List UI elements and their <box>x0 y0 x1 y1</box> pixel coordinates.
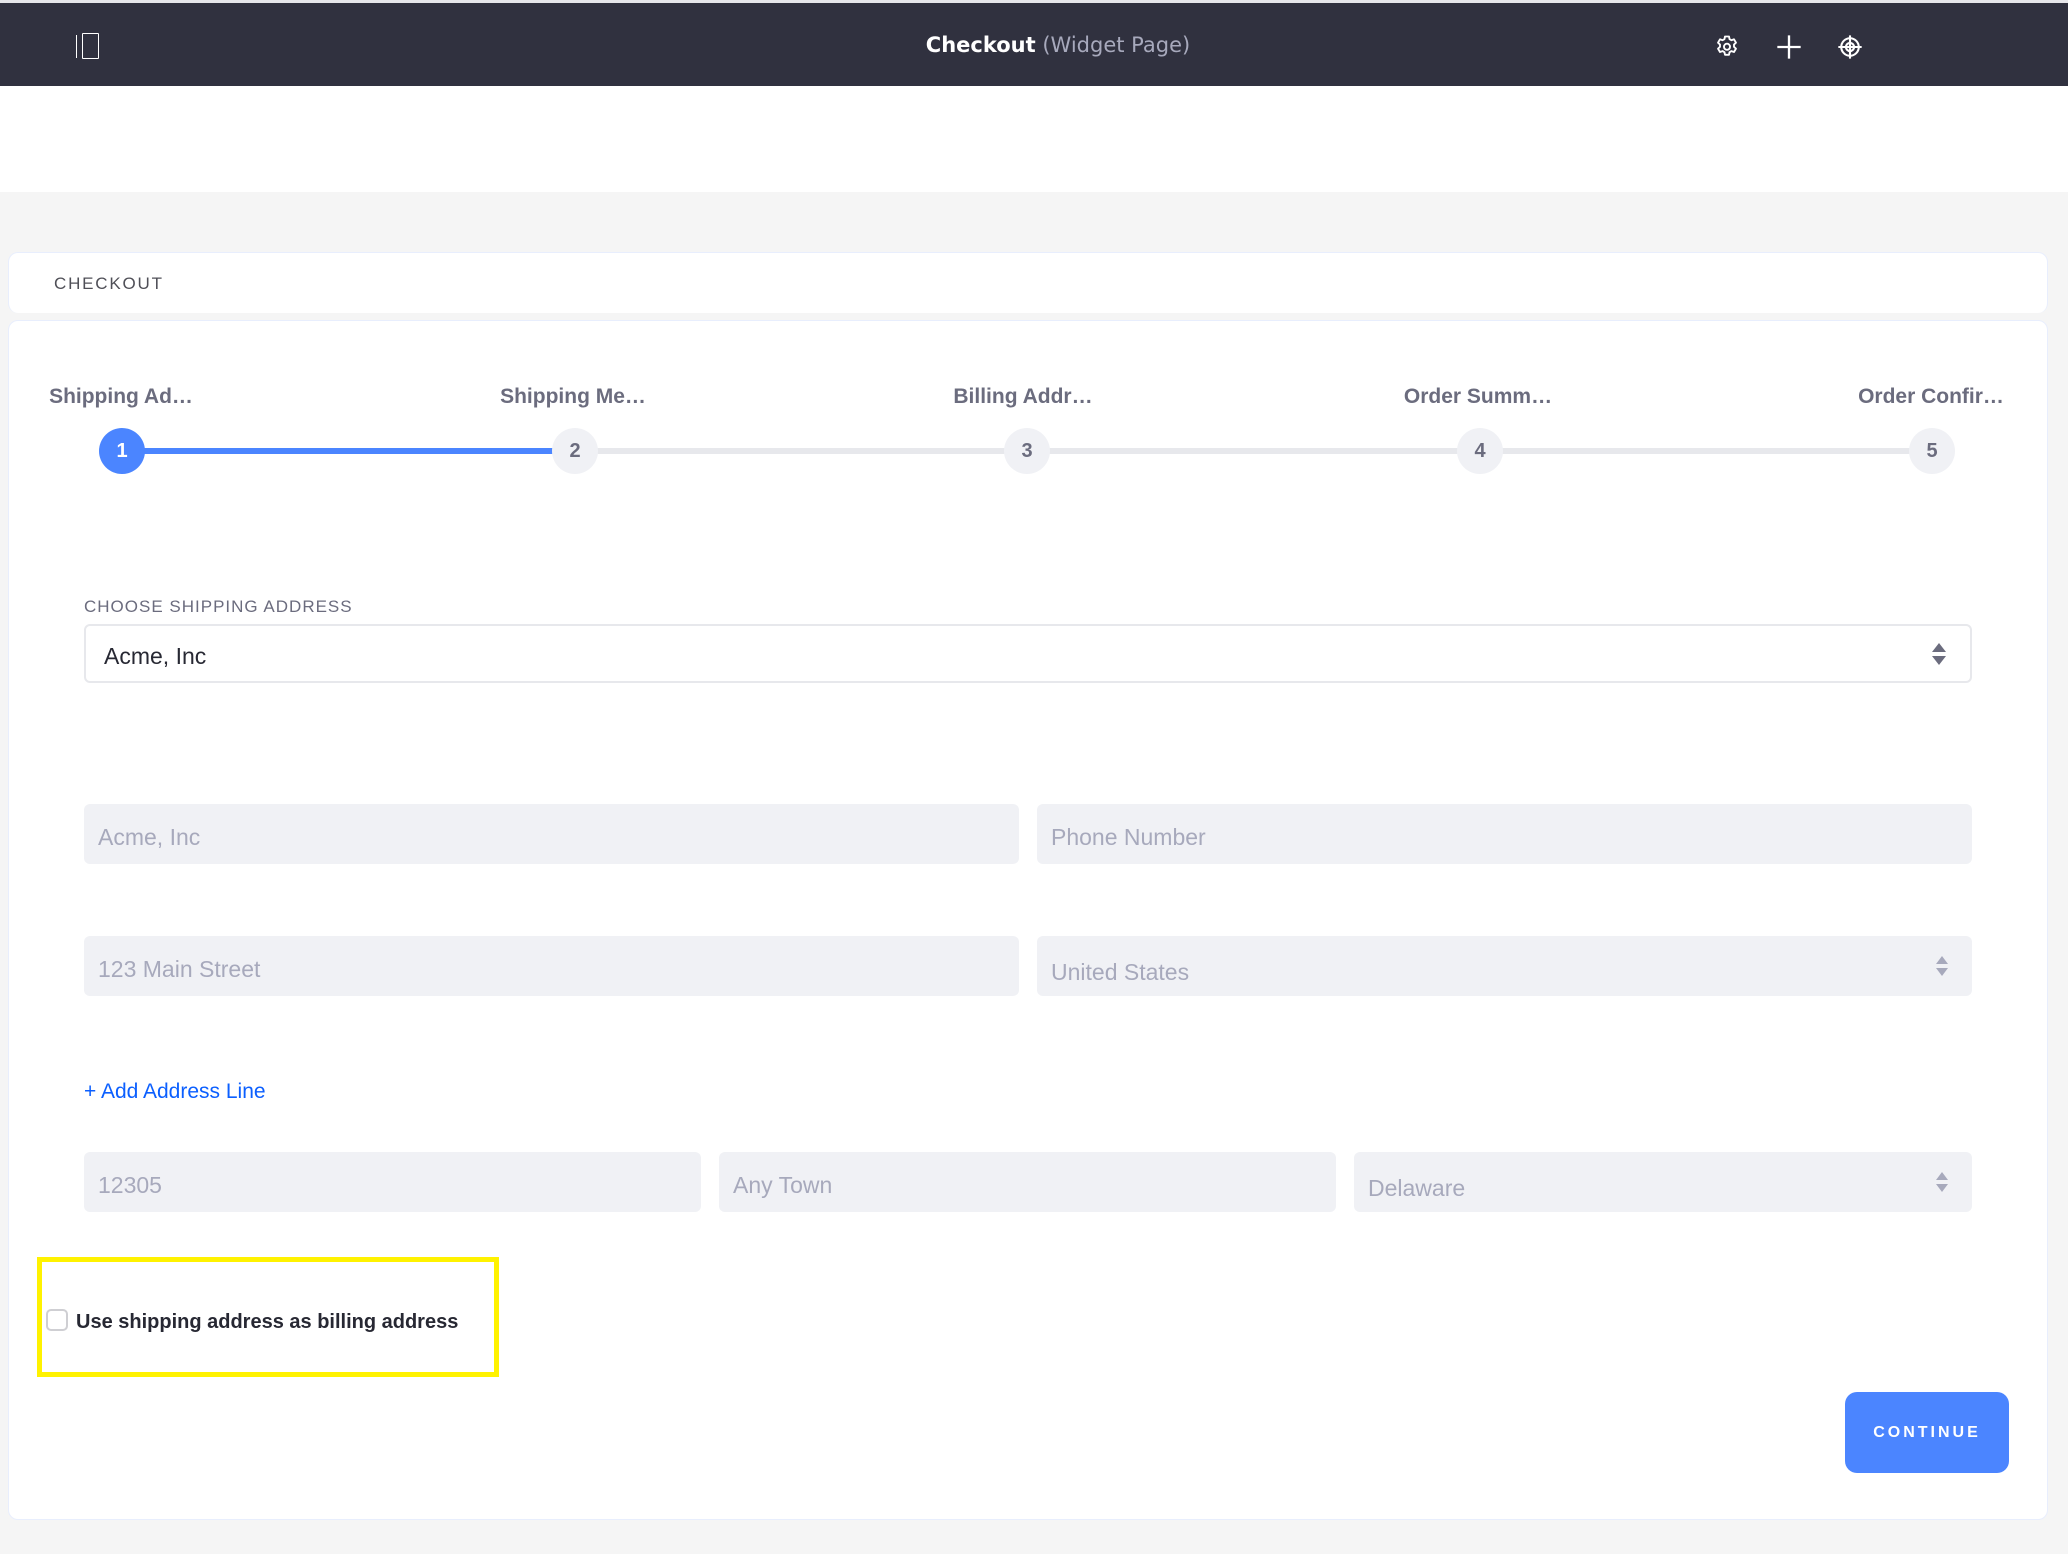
step-label-shipping-method: Shipping Me… <box>500 385 646 408</box>
country-select[interactable]: United States <box>1037 936 1972 996</box>
address-input[interactable]: 123 Main Street <box>84 936 1019 996</box>
use-as-billing-label[interactable]: Use shipping address as billing address <box>76 1311 458 1334</box>
plus-icon[interactable] <box>1775 33 1803 61</box>
city-input-value: Any Town <box>733 1172 833 1198</box>
page-title-subtitle: (Widget Page) <box>1042 33 1191 57</box>
region-select-value: Delaware <box>1368 1175 1466 1201</box>
choose-shipping-address-label: CHOOSE SHIPPING ADDRESS <box>84 597 353 616</box>
use-as-billing-checkbox[interactable] <box>46 1309 68 1331</box>
name-input-value: Acme, Inc <box>98 824 201 850</box>
step-1[interactable]: 1 <box>99 428 145 474</box>
step-5[interactable]: 5 <box>1909 428 1955 474</box>
zip-input[interactable]: 12305 <box>84 1152 701 1212</box>
step-connector-3 <box>1027 448 1480 454</box>
step-4[interactable]: 4 <box>1457 428 1503 474</box>
phone-number-placeholder: Phone Number <box>1051 824 1206 850</box>
page-header-area <box>0 86 2068 192</box>
region-caret-icon <box>1936 1172 1948 1192</box>
phone-number-input[interactable]: Phone Number <box>1037 804 1972 864</box>
checkout-heading: CHECKOUT <box>54 274 164 293</box>
step-label-order-confirmation: Order Confir… <box>1858 385 2004 408</box>
step-label-billing-address: Billing Addr… <box>953 385 1093 408</box>
name-input[interactable]: Acme, Inc <box>84 804 1019 864</box>
gear-icon[interactable] <box>1713 33 1741 61</box>
country-select-value: United States <box>1051 959 1190 985</box>
step-connector-1 <box>122 448 575 454</box>
checkout-header-card: CHECKOUT <box>8 252 2048 313</box>
step-3[interactable]: 3 <box>1004 428 1050 474</box>
choose-shipping-address-select[interactable]: Acme, Inc <box>84 624 1972 683</box>
simulation-target-icon[interactable] <box>1836 33 1864 61</box>
page-title-main: Checkout <box>925 33 1036 57</box>
country-caret-icon <box>1936 956 1948 976</box>
page-title: Checkout (Widget Page) <box>0 33 2068 57</box>
region-select[interactable]: Delaware <box>1354 1152 1972 1212</box>
step-2[interactable]: 2 <box>552 428 598 474</box>
step-connector-4 <box>1480 448 1932 454</box>
zip-input-value: 12305 <box>98 1172 162 1198</box>
add-address-line-link[interactable]: + Add Address Line <box>84 1080 266 1104</box>
control-menu: Checkout (Widget Page) <box>0 3 2068 86</box>
choose-shipping-address-value: Acme, Inc <box>104 643 207 669</box>
step-connector-2 <box>575 448 1027 454</box>
city-input[interactable]: Any Town <box>719 1152 1336 1212</box>
step-label-shipping-address: Shipping Ad… <box>49 385 193 408</box>
address-input-value: 123 Main Street <box>98 956 261 982</box>
select-caret-icon <box>1932 642 1946 665</box>
step-label-order-summary: Order Summ… <box>1403 385 1553 408</box>
continue-button[interactable]: CONTINUE <box>1845 1392 2009 1473</box>
